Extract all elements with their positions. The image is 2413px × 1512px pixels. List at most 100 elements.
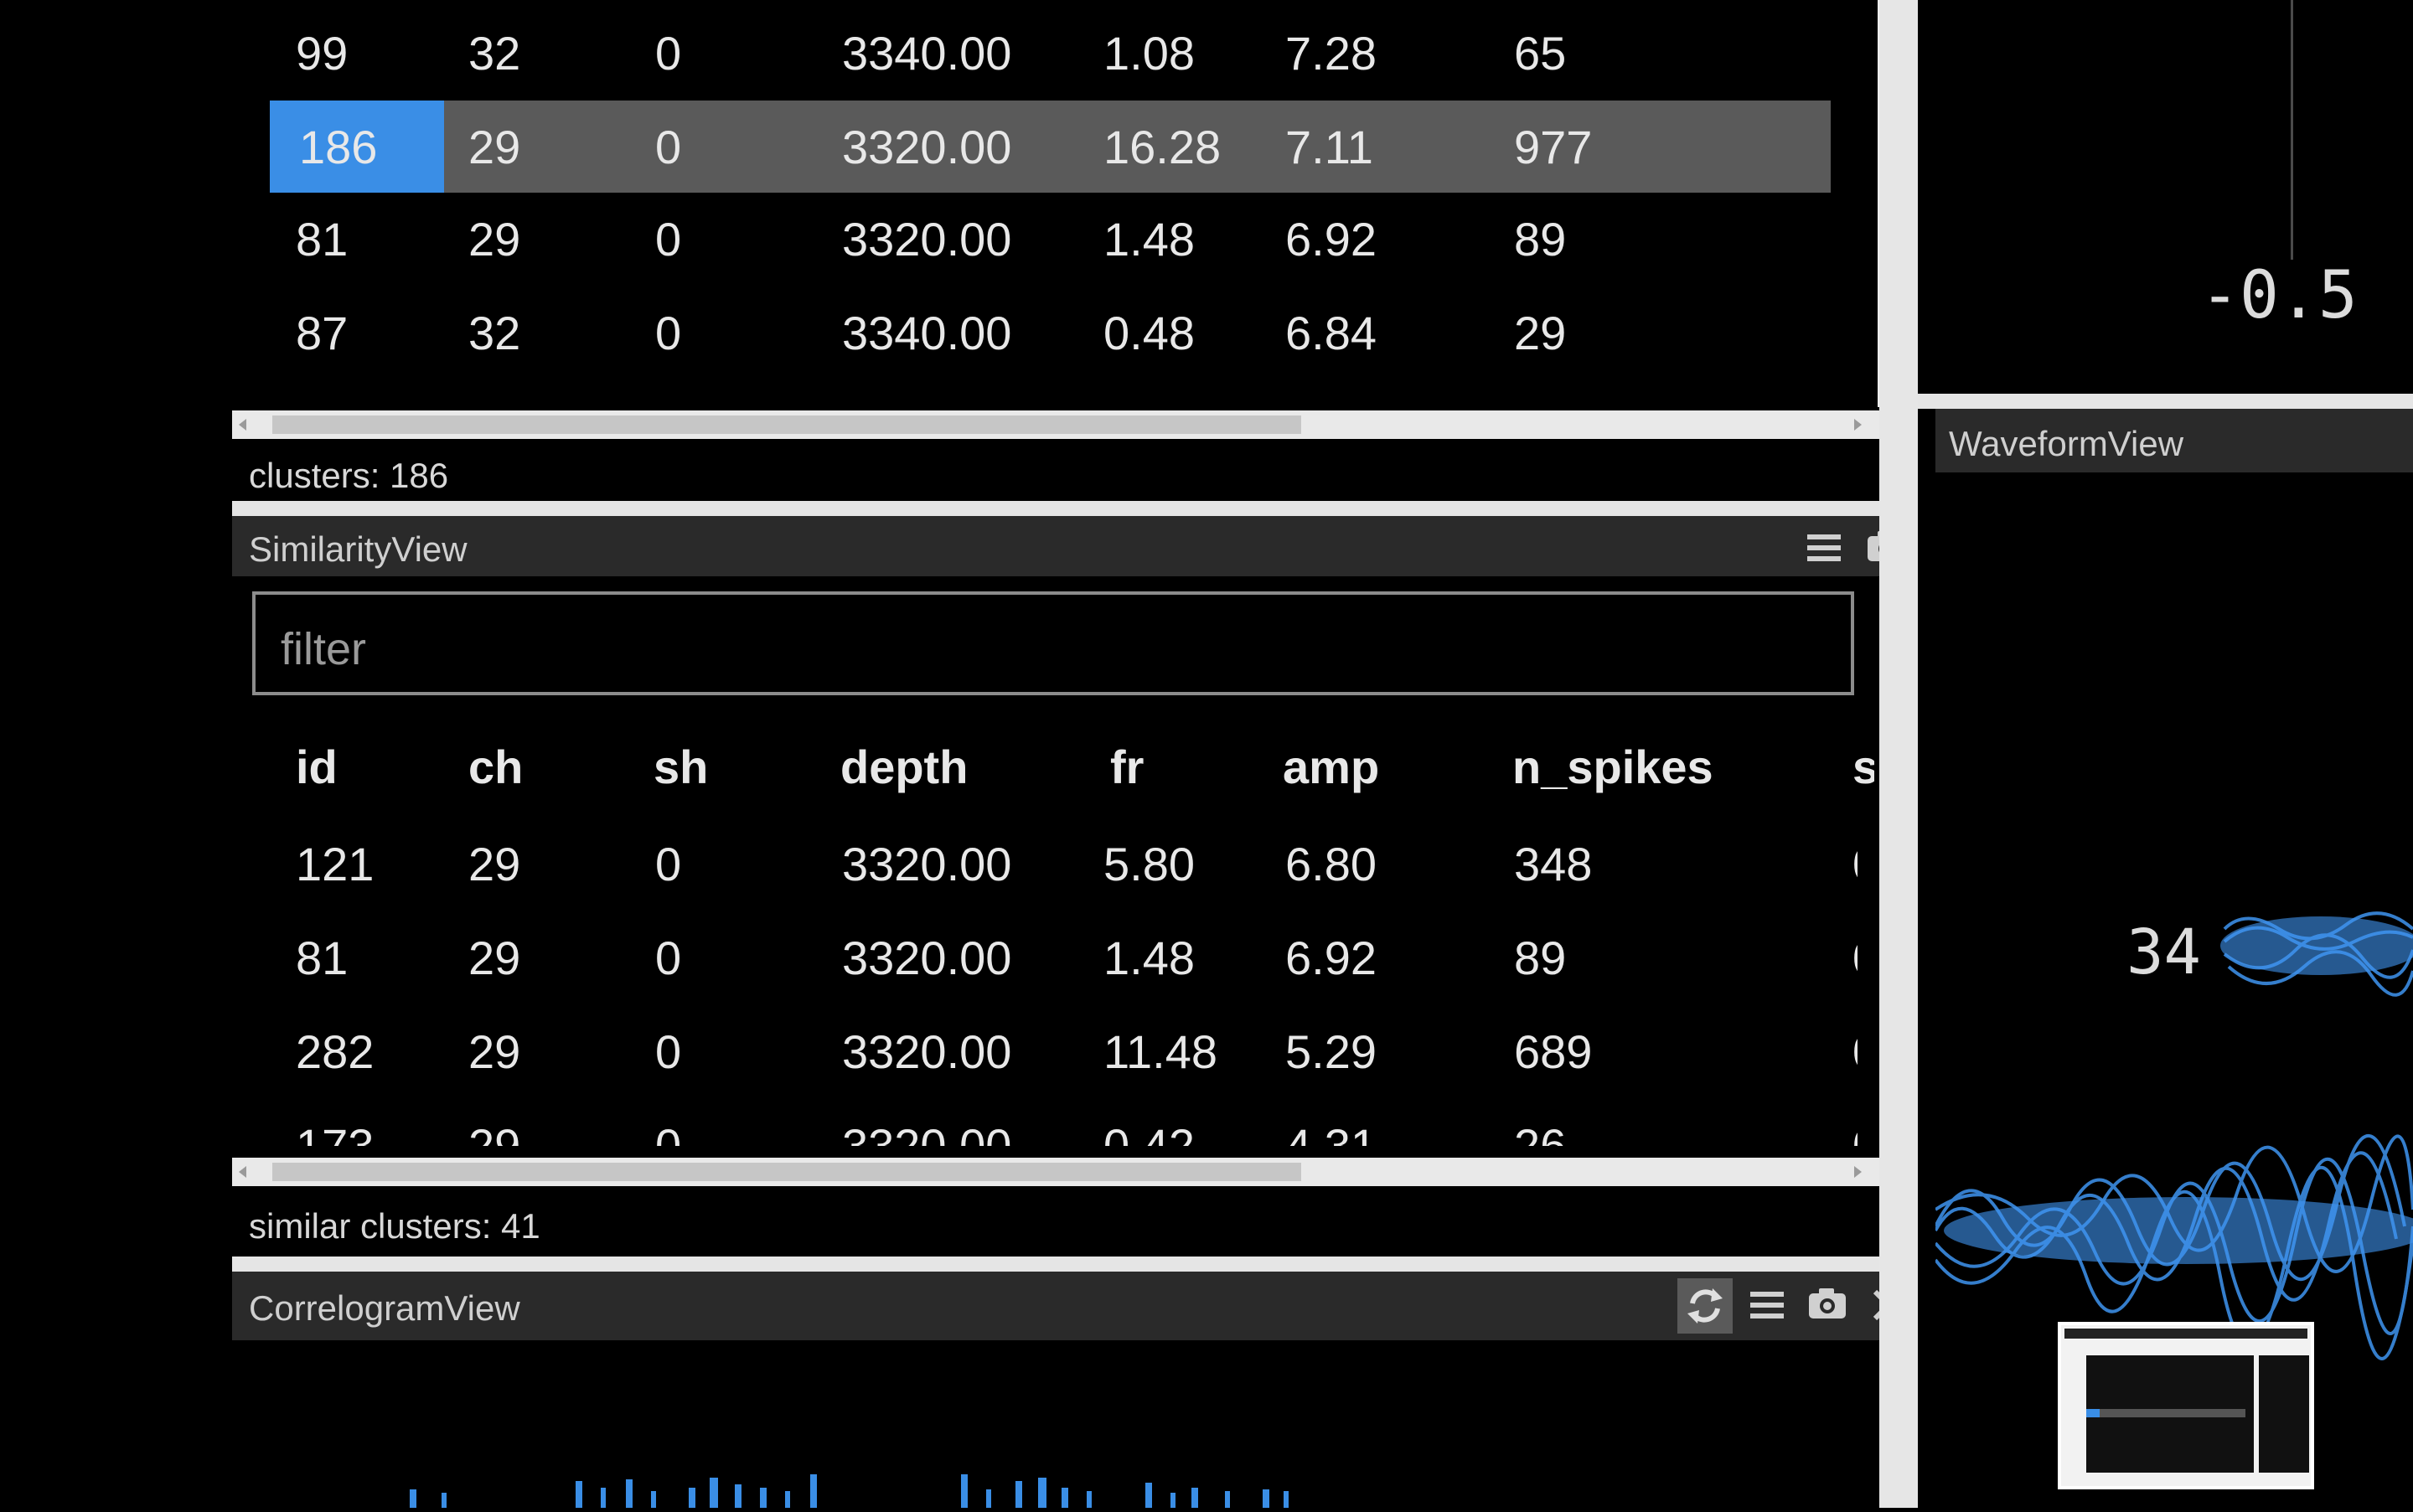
- cell-fr: 16.28: [1103, 121, 1222, 173]
- cell-ch: 29: [468, 213, 521, 266]
- thumbnail-table: [2086, 1355, 2254, 1473]
- cell-amp: 4.31: [1285, 1119, 1377, 1147]
- cell-id: 121: [296, 838, 375, 890]
- refresh-icon[interactable]: [1677, 1278, 1733, 1334]
- cell-sh: 0: [655, 931, 682, 984]
- column-header-fr[interactable]: fr: [1110, 744, 1144, 791]
- cell-ch: 29: [468, 1119, 521, 1147]
- cell-depth: 3320.00: [842, 121, 1012, 173]
- scroll-left-arrow[interactable]: [239, 1166, 246, 1178]
- scroll-right-arrow[interactable]: [1854, 419, 1862, 431]
- thumbnail-selected-id: [2086, 1409, 2100, 1417]
- cell-depth: 3340.00: [842, 27, 1012, 80]
- cell-fr: 1.48: [1103, 931, 1195, 984]
- camera-icon[interactable]: [1807, 1287, 1847, 1320]
- cell-sh: 0: [655, 121, 682, 173]
- similarity-view-titlebar: SimilarityView: [232, 516, 1918, 576]
- cell-n-spikes: 65: [1514, 27, 1567, 80]
- cell-s: 0: [1852, 841, 1858, 888]
- cell-n-spikes: 26: [1514, 1119, 1567, 1147]
- cell-id: 186: [299, 121, 378, 173]
- cell-id: 81: [296, 213, 349, 266]
- scroll-left-arrow[interactable]: [239, 419, 246, 431]
- cell-ch: 29: [468, 121, 521, 173]
- table-row[interactable]: 282 29 0 3320.00 11.48 5.29 689 0: [232, 999, 1858, 1092]
- panel-title: WaveformView: [1949, 424, 2184, 463]
- table-row[interactable]: 99 32 0 3340.00 1.08 7.28 65: [232, 0, 1858, 101]
- similarity-table-body: 121 29 0 3320.00 5.80 6.80 348 0 81 29 0…: [232, 811, 1858, 1147]
- cell-depth: 3320.00: [842, 1119, 1012, 1147]
- table-row[interactable]: 81 29 0 3320.00 1.48 6.92 89: [232, 193, 1858, 285]
- waveform-view-titlebar: WaveformView: [1935, 409, 2413, 472]
- similarity-view: filter id ch sh depth fr amp n_spikes s …: [232, 576, 1904, 1158]
- scrollbar-thumb[interactable]: [272, 1163, 1301, 1181]
- cluster-view: 99 32 0 3340.00 1.08 7.28 65 186 29 0 33…: [232, 0, 1908, 452]
- correlogram-bars: [410, 1474, 1289, 1508]
- cell-n-spikes: 89: [1514, 931, 1567, 984]
- table-row-selected[interactable]: 186 29 0 3320.00 16.28 7.11 977: [232, 101, 1858, 193]
- cell-s: 0: [1852, 1029, 1858, 1076]
- cell-fr: 11.48: [1103, 1025, 1217, 1078]
- column-header-n-spikes[interactable]: n_spikes: [1512, 744, 1713, 791]
- cell-fr: 1.08: [1103, 27, 1195, 80]
- cell-id: 99: [296, 27, 349, 80]
- cell-fr: 5.80: [1103, 838, 1195, 890]
- cell-sh: 0: [655, 27, 682, 80]
- horizontal-scrollbar[interactable]: [232, 410, 1879, 439]
- cell-fr: 0.42: [1103, 1119, 1195, 1147]
- scrollbar-thumb[interactable]: [272, 415, 1301, 434]
- cell-depth: 3320.00: [842, 838, 1012, 890]
- cell-id: 282: [296, 1025, 375, 1078]
- table-row[interactable]: 87 32 0 3340.00 0.48 6.84 29: [232, 285, 1858, 377]
- cell-sh: 0: [655, 213, 682, 266]
- cell-n-spikes: 348: [1514, 838, 1593, 890]
- status-bar: clusters: 186: [232, 444, 1879, 501]
- cell-depth: 3320.00: [842, 213, 1012, 266]
- cell-amp: 7.28: [1285, 27, 1377, 80]
- scroll-right-arrow[interactable]: [1854, 1166, 1862, 1178]
- divider: [1918, 394, 2413, 409]
- column-header-sh[interactable]: sh: [654, 744, 708, 791]
- table-row[interactable]: 121 29 0 3320.00 5.80 6.80 348 0: [232, 811, 1858, 905]
- vertical-divider: [1879, 0, 1918, 1508]
- column-header-ch[interactable]: ch: [468, 744, 523, 791]
- feature-axis-label: -0.5: [2200, 258, 2358, 333]
- divider: [232, 1257, 1918, 1272]
- column-header-depth[interactable]: depth: [840, 744, 968, 791]
- menu-icon[interactable]: [1750, 1288, 1784, 1322]
- cell-sh: 0: [655, 307, 682, 359]
- table-row[interactable]: 81 29 0 3320.00 1.48 6.92 89 0: [232, 905, 1858, 999]
- thumbnail-side-panel: [2259, 1355, 2309, 1473]
- cell-ch: 32: [468, 27, 521, 80]
- thumbnail-titlebar: [2064, 1329, 2307, 1339]
- cell-depth: 3320.00: [842, 931, 1012, 984]
- cell-amp: 6.92: [1285, 213, 1377, 266]
- filter-input[interactable]: filter: [252, 591, 1854, 695]
- horizontal-scrollbar[interactable]: [232, 1158, 1879, 1186]
- cell-amp: 7.11: [1285, 121, 1373, 173]
- cell-amp: 5.29: [1285, 1025, 1377, 1078]
- cell-ch: 29: [468, 1025, 521, 1078]
- cluster-count-status: clusters: 186: [249, 456, 449, 495]
- menu-icon[interactable]: [1807, 531, 1841, 565]
- cell-n-spikes: 977: [1514, 121, 1593, 173]
- cell-ch: 32: [468, 307, 521, 359]
- column-header-amp[interactable]: amp: [1283, 744, 1379, 791]
- cell-sh: 0: [655, 838, 682, 890]
- thumbnail-selected-row: [2086, 1409, 2245, 1417]
- divider: [232, 501, 1918, 516]
- correlogram-plot: [232, 1340, 1918, 1508]
- cell-sh: 0: [655, 1025, 682, 1078]
- cell-n-spikes: 29: [1514, 307, 1567, 359]
- cell-s: 0: [1852, 935, 1858, 982]
- thumbnail-preview[interactable]: [2058, 1322, 2314, 1489]
- column-header-id[interactable]: id: [296, 744, 338, 791]
- cell-amp: 6.80: [1285, 838, 1377, 890]
- cell-sh: 0: [655, 1119, 682, 1147]
- table-header: id ch sh depth fr amp n_spikes s: [232, 744, 1879, 811]
- table-row[interactable]: 173 29 0 3320.00 0.42 4.31 26 0: [232, 1092, 1858, 1147]
- cell-amp: 6.84: [1285, 307, 1377, 359]
- cell-amp: 6.92: [1285, 931, 1377, 984]
- cell-fr: 0.48: [1103, 307, 1195, 359]
- panel-title: CorrelogramView: [249, 1288, 520, 1328]
